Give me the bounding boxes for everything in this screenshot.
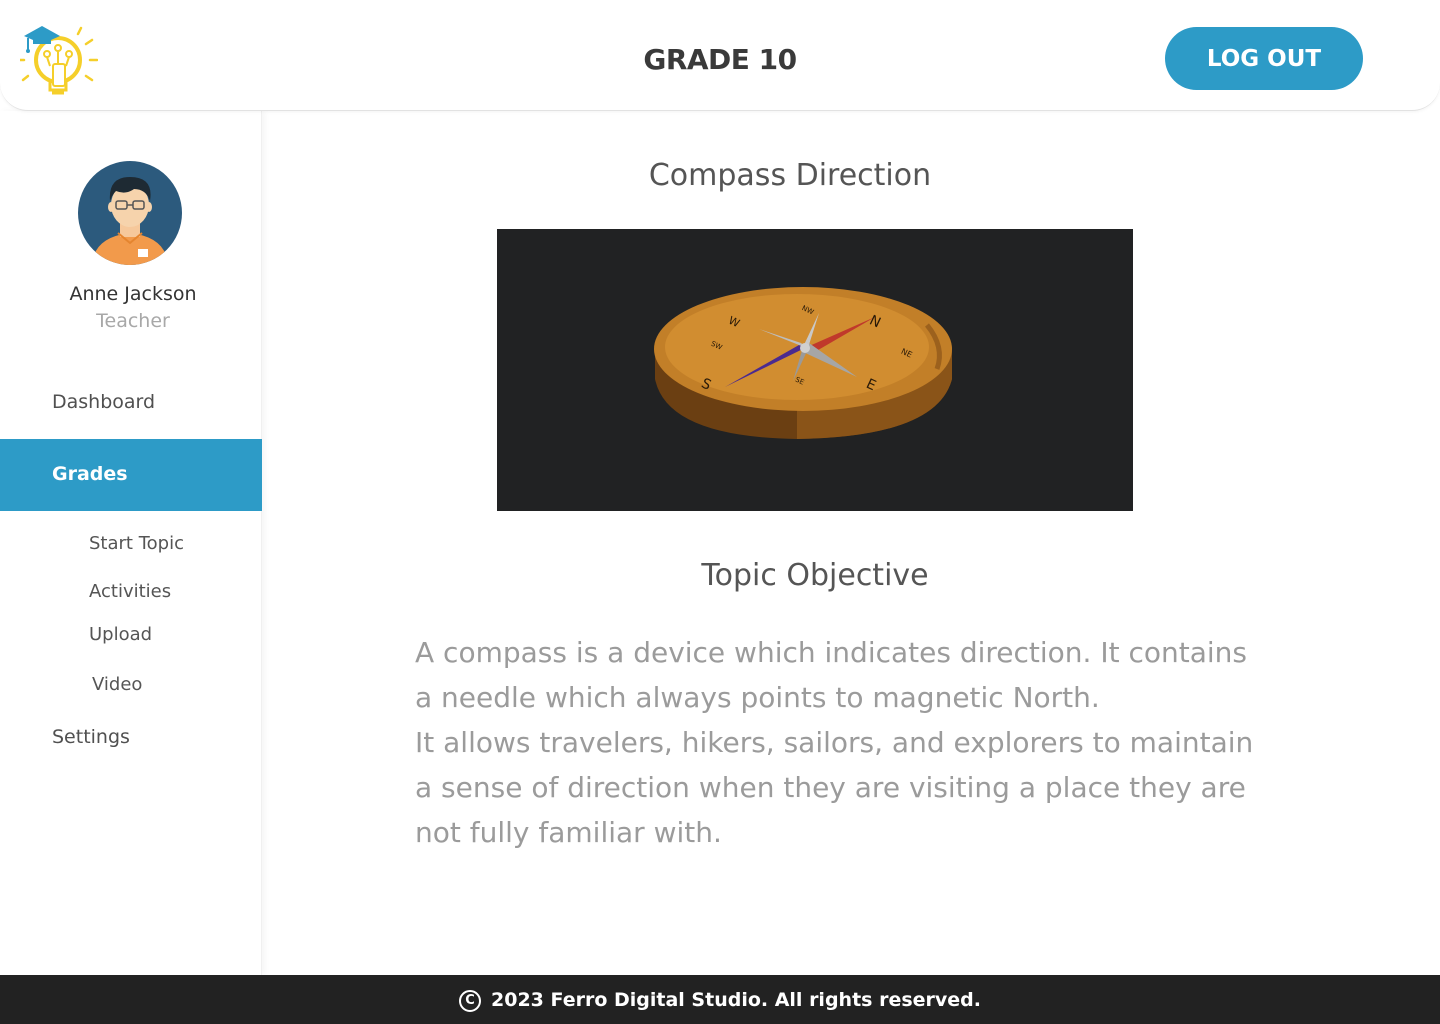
sidebar: Anne Jackson Teacher Dashboard Grades St… bbox=[0, 111, 262, 975]
logout-button[interactable]: LOG OUT bbox=[1165, 27, 1363, 90]
objective-paragraph: A compass is a device which indicates di… bbox=[415, 636, 1248, 714]
top-header: GRADE 10 LOG OUT bbox=[0, 0, 1440, 111]
objective-text: A compass is a device which indicates di… bbox=[415, 630, 1255, 855]
footer-text: 2023 Ferro Digital Studio. All rights re… bbox=[491, 989, 981, 1011]
compass-3d-image: N S E W NE NW SE SW bbox=[654, 287, 952, 439]
sidebar-subitem-activities[interactable]: Activities bbox=[89, 581, 171, 602]
footer-copyright: C 2023 Ferro Digital Studio. All rights r… bbox=[0, 989, 1440, 1012]
topic-title: Compass Direction bbox=[648, 158, 932, 193]
user-role: Teacher bbox=[96, 310, 170, 332]
objective-title: Topic Objective bbox=[701, 558, 929, 593]
teacher-avatar-icon[interactable] bbox=[78, 161, 182, 265]
sidebar-item-grades[interactable]: Grades bbox=[0, 439, 262, 511]
footer: C 2023 Ferro Digital Studio. All rights r… bbox=[0, 975, 1440, 1024]
sidebar-item-dashboard[interactable]: Dashboard bbox=[52, 391, 155, 413]
user-name: Anne Jackson bbox=[69, 283, 197, 305]
compass-media-panel[interactable]: N S E W NE NW SE SW bbox=[497, 229, 1133, 511]
sidebar-item-label: Grades bbox=[52, 463, 128, 485]
sidebar-subitem-start-topic[interactable]: Start Topic bbox=[89, 533, 184, 554]
sidebar-subitem-upload[interactable]: Upload bbox=[89, 624, 152, 645]
sidebar-item-settings[interactable]: Settings bbox=[52, 726, 130, 748]
sidebar-subitem-video[interactable]: Video bbox=[92, 674, 142, 695]
copyright-icon: C bbox=[459, 990, 481, 1012]
objective-paragraph: It allows travelers, hikers, sailors, an… bbox=[415, 726, 1254, 849]
